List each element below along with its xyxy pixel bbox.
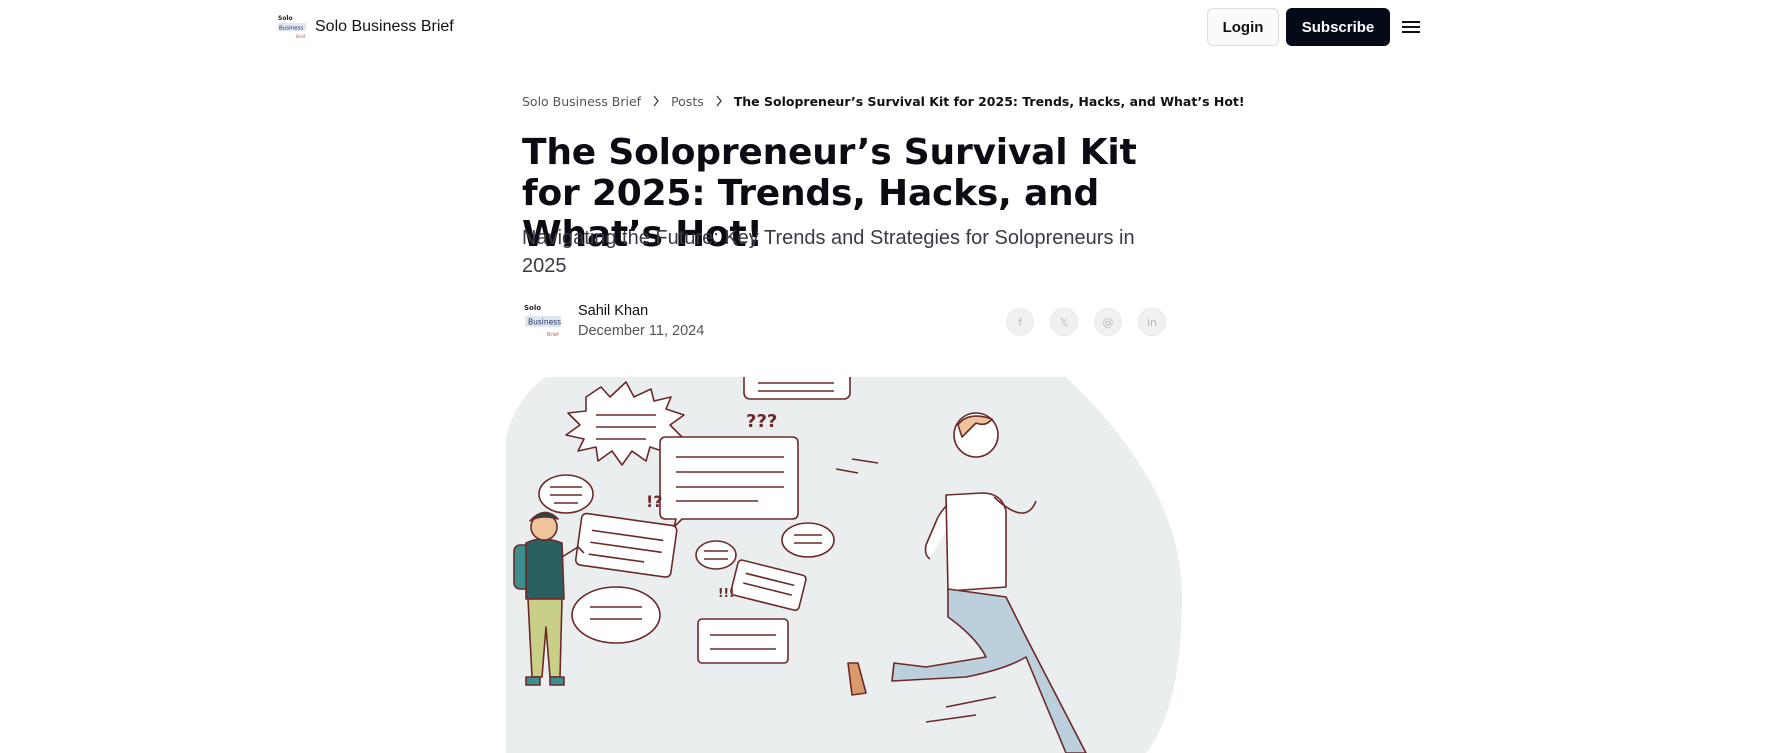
threads-icon[interactable]: @ <box>1094 308 1122 336</box>
svg-text:Business: Business <box>279 26 303 32</box>
linkedin-icon[interactable]: in <box>1138 308 1166 336</box>
facebook-icon[interactable]: f <box>1006 308 1034 336</box>
hamburger-menu-icon[interactable] <box>1400 16 1422 38</box>
chevron-right-icon <box>704 93 734 109</box>
login-button[interactable]: Login <box>1207 8 1279 46</box>
svg-text:???: ??? <box>746 411 777 432</box>
svg-text:Brief: Brief <box>547 332 559 338</box>
chevron-right-icon <box>641 93 671 109</box>
author-meta: Sahil Khan December 11, 2024 <box>578 303 704 339</box>
site-header: Solo Business Brief Solo Business Brief … <box>0 0 1788 56</box>
subscribe-button[interactable]: Subscribe <box>1286 8 1390 46</box>
breadcrumb-posts[interactable]: Posts <box>671 94 704 109</box>
svg-text:Brief: Brief <box>296 34 306 39</box>
hero-illustration: ??? !? !!! <box>506 377 1182 753</box>
svg-text:!?: !? <box>646 492 663 511</box>
svg-text:!!!: !!! <box>718 586 734 600</box>
brand-logo: Solo Business Brief <box>277 13 307 41</box>
svg-text:Business: Business <box>528 318 561 327</box>
svg-text:Solo: Solo <box>524 304 541 312</box>
share-buttons: f 𝕏 @ in <box>1006 308 1166 336</box>
breadcrumb-home[interactable]: Solo Business Brief <box>522 94 641 109</box>
breadcrumb-current: The Solopreneur’s Survival Kit for 2025:… <box>733 93 1245 109</box>
article-subtitle: Navigating the Future: Key Trends and St… <box>522 227 1135 277</box>
x-icon[interactable]: 𝕏 <box>1050 308 1078 336</box>
breadcrumb: Solo Business Brief Posts The Solopreneu… <box>522 93 1245 109</box>
author-name[interactable]: Sahil Khan <box>578 303 704 319</box>
publish-date: December 11, 2024 <box>578 323 705 339</box>
brand-link[interactable]: Solo Business Brief Solo Business Brief <box>277 13 454 41</box>
svg-text:Solo: Solo <box>278 15 293 22</box>
author-block: Solo Business Brief Sahil Khan December … <box>522 300 704 342</box>
author-avatar[interactable]: Solo Business Brief <box>522 300 564 342</box>
brand-name: Solo Business Brief <box>315 18 454 35</box>
